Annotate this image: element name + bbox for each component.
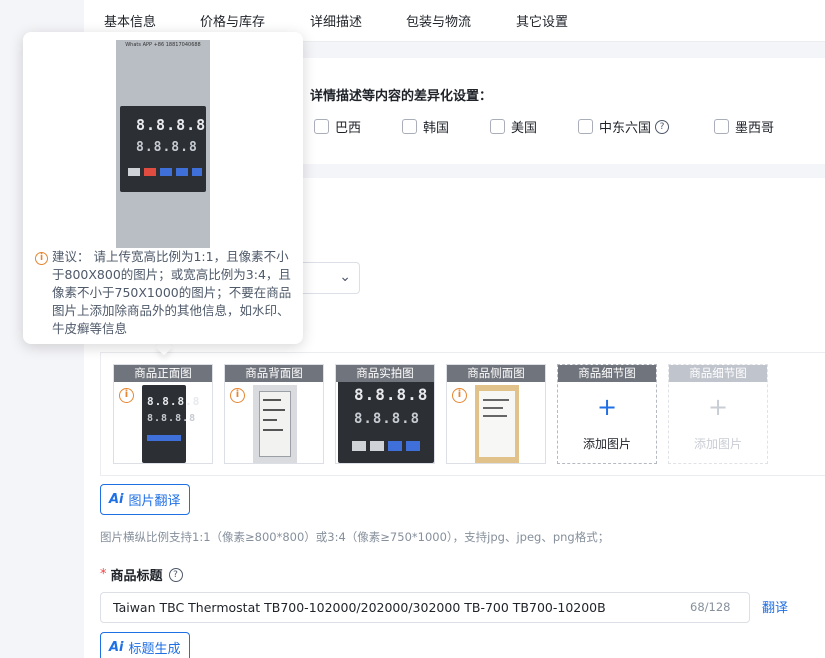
image-slot-detail-add[interactable]: 商品细节图 + 添加图片 xyxy=(557,364,657,464)
product-title-label: * 商品标题 ? xyxy=(100,565,183,584)
add-image-text: 添加图片 xyxy=(693,437,742,451)
title-char-counter: 68/128 xyxy=(690,600,731,614)
thumbnail-front: 8.8.8.8 8.8.8.8 xyxy=(142,385,199,463)
warning-icon[interactable]: i xyxy=(119,388,134,403)
title-translate-link[interactable]: 翻译 xyxy=(762,597,788,616)
checkbox[interactable] xyxy=(490,119,505,134)
plus-icon: + xyxy=(707,393,729,421)
checkbox[interactable] xyxy=(402,119,417,134)
thumbnail-side xyxy=(475,385,519,463)
warning-icon[interactable]: i xyxy=(452,388,467,403)
warning-icon[interactable]: i xyxy=(230,388,245,403)
slot-label: 商品背面图 xyxy=(225,365,323,382)
required-mark: * xyxy=(100,567,107,582)
country-checkbox-middle-east[interactable]: 中东六国 ? xyxy=(578,117,670,136)
diff-settings-title: 详情描述等内容的差异化设置： xyxy=(310,89,493,104)
country-checkbox-mexico[interactable]: 墨西哥 xyxy=(714,117,774,136)
title-generate-button[interactable]: Ai 标题生成 xyxy=(100,632,190,658)
slot-label: 商品实拍图 xyxy=(336,365,434,382)
add-image-text: 添加图片 xyxy=(582,437,631,451)
ai-icon: Ai xyxy=(109,492,124,507)
country-checkbox-brazil[interactable]: 巴西 xyxy=(314,117,361,136)
thumbnail-back xyxy=(253,385,297,463)
slot-label: 商品正面图 xyxy=(114,365,212,382)
ai-icon: Ai xyxy=(109,639,124,655)
thumbnail-photo: 8.8.8.8 8.8.8.8 xyxy=(338,371,434,463)
plus-icon: + xyxy=(596,393,618,421)
image-translate-button[interactable]: Ai 图片翻译 xyxy=(100,484,190,515)
tab-other-settings[interactable]: 其它设置 xyxy=(516,11,568,30)
checkbox[interactable] xyxy=(714,119,729,134)
image-slot-photo[interactable]: 商品实拍图 8.8.8.8 8.8.8.8 xyxy=(335,364,435,464)
country-checkbox-korea[interactable]: 韩国 xyxy=(402,117,449,136)
chevron-down-icon: ⌄ xyxy=(339,269,351,285)
slot-label: 商品细节图 xyxy=(669,365,767,382)
help-icon[interactable]: ? xyxy=(168,567,183,582)
checkbox[interactable] xyxy=(578,119,593,134)
warning-icon: i xyxy=(35,252,48,265)
slot-label: 商品细节图 xyxy=(558,365,656,382)
preview-device: 8.8.8.8 8.8.8.8 xyxy=(120,106,206,192)
image-slot-detail-add-disabled: 商品细节图 + 添加图片 xyxy=(668,364,768,464)
image-slot-back[interactable]: 商品背面图 i xyxy=(224,364,324,464)
tab-basic-info[interactable]: 基本信息 xyxy=(104,11,156,30)
help-icon[interactable]: ? xyxy=(655,119,670,134)
preview-caption: Whats APP +86 18817040688 xyxy=(125,42,201,48)
image-guideline-popover: Whats APP +86 18817040688 8.8.8.8 8.8.8.… xyxy=(23,32,303,344)
image-slot-front[interactable]: 商品正面图 i 8.8.8.8 8.8.8.8 xyxy=(113,364,213,464)
popover-guideline-text: 建议： 请上传宽高比例为1:1，且像素不小于800X800的图片；或宽高比例为3… xyxy=(52,249,292,336)
checkbox[interactable] xyxy=(314,119,329,134)
popover-preview-image: Whats APP +86 18817040688 8.8.8.8 8.8.8.… xyxy=(116,40,210,248)
country-checkbox-usa[interactable]: 美国 xyxy=(490,117,537,136)
image-slot-side[interactable]: 商品侧面图 i xyxy=(446,364,546,464)
slot-label: 商品侧面图 xyxy=(447,365,545,382)
tab-packaging-logistics[interactable]: 包装与物流 xyxy=(406,11,471,30)
tab-detail-description[interactable]: 详细描述 xyxy=(310,11,362,30)
tab-price-stock[interactable]: 价格与库存 xyxy=(200,11,265,30)
product-title-input[interactable] xyxy=(100,592,750,623)
image-format-hint: 图片横纵比例支持1:1（像素≥800*800）或3:4（像素≥750*1000）… xyxy=(100,530,610,544)
